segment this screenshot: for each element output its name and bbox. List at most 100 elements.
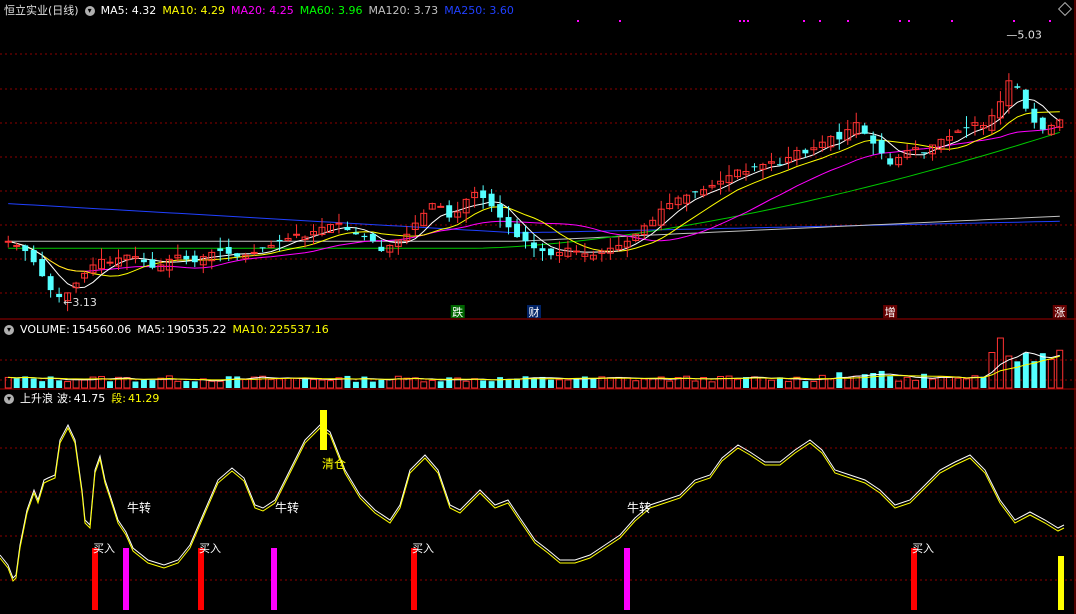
volume-bar [844,377,852,389]
volume-bar [818,374,826,389]
volume-bar [980,376,987,388]
segment-line [0,426,1065,582]
volume-bar [1047,358,1055,389]
candle-body [1022,89,1029,109]
volume-bar [72,378,80,389]
indicator-annotation: 牛转 [627,500,651,515]
signal-dot [951,20,953,22]
volume-bar [632,380,640,389]
candle-body [369,233,376,242]
main-header: 恒立实业(日线) ▾ MA5: 4.32 MA10: 4.29 MA20: 4.25 MA… [4,4,526,18]
volume-ma10-value: 225537.16 [269,323,329,336]
candle-body [378,246,385,252]
volume-bar [234,376,241,388]
candle-body [259,247,266,249]
volume-bar [165,375,173,389]
volume-bar [428,379,436,389]
candle-body [1031,108,1038,123]
volume-bar [505,379,512,388]
end-signal-bar [1058,556,1064,610]
volume-bar [606,377,614,389]
volume-bar [64,381,72,389]
candle-body [522,231,529,242]
wave-label: 波: [57,392,72,405]
volume-bar [394,375,402,389]
wave-value: 41.75 [73,392,106,405]
volume-bar [39,381,46,388]
candle-body [878,140,885,154]
signal-dot [747,20,749,22]
signal-dot [803,20,805,22]
volume-bar [30,378,37,388]
volume-bar [183,380,190,388]
volume-bar [149,380,156,388]
volume-bar [191,381,198,388]
ma-legend-item: MA5: 4.32 [100,4,157,17]
volume-bar [225,376,232,388]
indicator-annotation: 牛转 [127,500,151,515]
candle-body [505,217,512,228]
volume-bar [4,376,12,389]
signal-dot [1049,20,1051,22]
candle-body [921,152,928,154]
settings-icon[interactable]: ▾ [84,6,95,16]
volume-bar [98,376,105,389]
volume-bar [310,378,317,389]
volume-bar [462,380,470,389]
bull-signal-bar [271,548,277,610]
candle-body [531,242,537,249]
ma-legend-item: MA250: 3.60 [444,4,514,17]
indicator-settings-icon[interactable]: ▾ [4,394,14,404]
candle-body [514,223,521,238]
volume-bar [208,380,216,389]
volume-bar [480,380,487,388]
volume-bar [590,378,597,388]
candle-body [776,164,783,166]
candle-body [539,248,546,252]
candle-body [140,259,147,263]
buy-signal-bar [911,548,917,610]
candle-body [887,158,894,165]
ma-legend: MA5: 4.32 MA10: 4.29 MA20: 4.25 MA60: 3.96 M… [101,4,520,17]
volume-bar [615,376,623,389]
candle-body [861,125,868,134]
volume-bar [437,381,444,388]
candle-body [30,250,37,263]
volume-bar [547,379,554,388]
candle-body [149,259,156,268]
volume-value: 154560.06 [71,323,132,336]
buy-label: 买入 [412,542,434,555]
candle-body [183,255,190,260]
candle-body [250,251,258,254]
stock-chart: —5.03 ←3.13 跌 财 增 涨买入 买入 买入 买入 牛转 牛转 牛转 清仓 [0,0,1076,614]
volume-settings-icon[interactable]: ▾ [4,325,14,335]
event-marker: 跌 [452,305,463,319]
volume-label: VOLUME: [20,323,70,336]
volume-bar [420,381,428,389]
volume-bar [759,377,767,389]
volume-bar [259,375,267,389]
candle-body [480,190,487,198]
volume-bar [302,378,309,388]
volume-bar [327,380,334,389]
volume-bar [564,379,572,389]
volume-bar [514,378,521,388]
candle-body [547,248,554,256]
candle-body [13,244,21,247]
candle-body [751,166,758,168]
signal-dot [847,20,849,22]
candle-body [39,259,46,277]
candle-body [802,149,809,154]
volume-bar [81,379,89,389]
signal-dot [619,20,621,22]
indicator-annotation: 牛转 [275,500,299,515]
volume-bar [937,375,945,389]
volume-bar [734,378,741,389]
volume-bar [107,381,113,388]
candle-body [56,293,63,298]
volume-bar [912,379,920,389]
signal-dot [908,20,910,22]
ma-legend-item: MA60: 3.96 [299,4,363,17]
event-marker: 增 [885,305,896,319]
volume-bar [767,379,775,389]
